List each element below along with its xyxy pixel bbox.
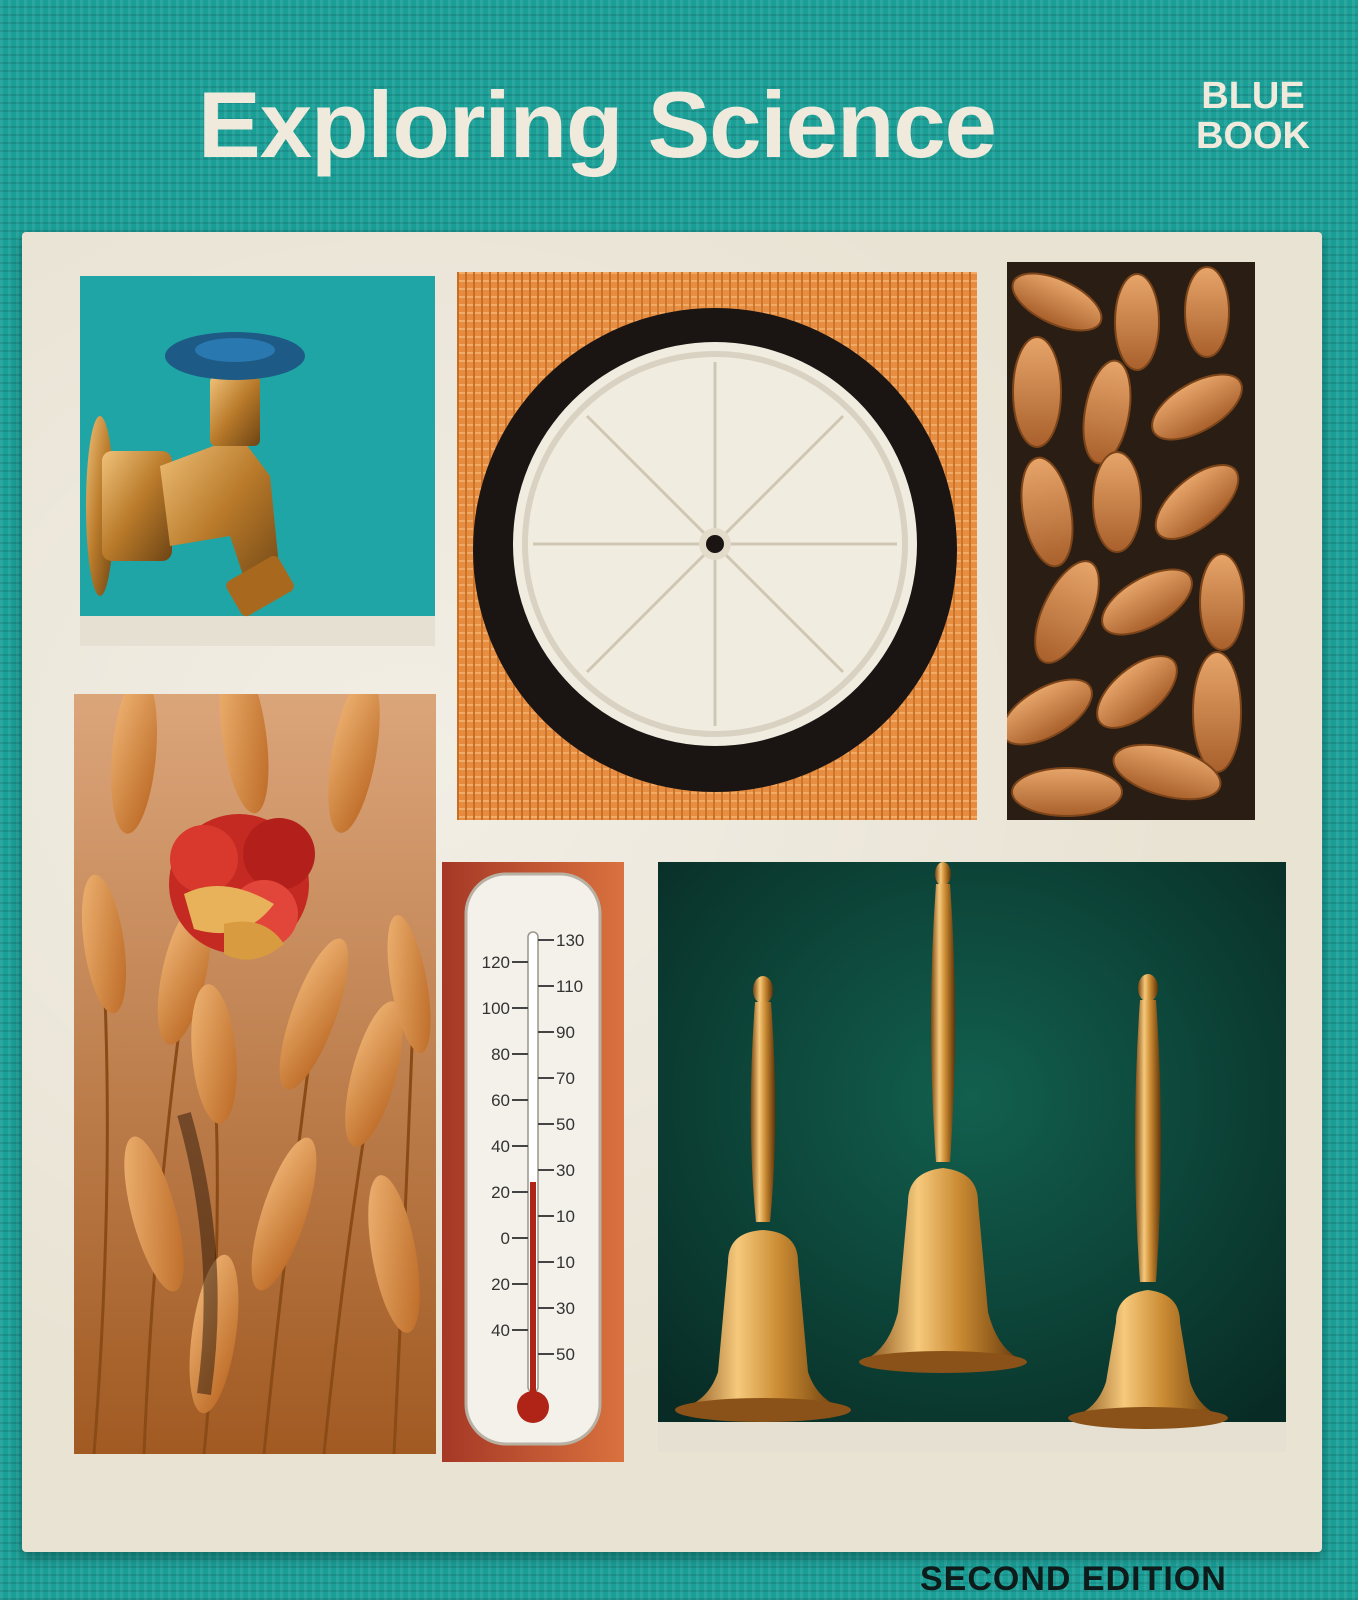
temp-left-label: 120 (482, 953, 510, 972)
temp-right-label: 110 (556, 977, 583, 996)
series-badge-line1: BLUE (1201, 75, 1305, 117)
temp-right-label: 50 (556, 1115, 575, 1134)
series-badge-line2: BOOK (1196, 115, 1310, 157)
temp-left-label: 0 (501, 1229, 510, 1248)
temp-right-label: 90 (556, 1023, 575, 1042)
temp-left-label: 100 (482, 999, 510, 1018)
peanuts-icon (1007, 262, 1255, 820)
temp-right-label: 30 (556, 1161, 575, 1180)
wheel-icon (457, 272, 977, 820)
temp-right-label: 30 (556, 1299, 575, 1318)
temp-right-label: 70 (556, 1069, 575, 1088)
temp-left-label: 20 (491, 1275, 510, 1294)
edition-label: SECOND EDITION (920, 1560, 1227, 1598)
faucet-icon (80, 276, 435, 646)
bell-icon (658, 862, 1286, 1452)
peanuts-cell (1007, 262, 1255, 820)
temp-left-label: 40 (491, 1321, 510, 1340)
book-cover: Exploring Science BLUE BOOK 120 100 80 6… (0, 0, 1358, 1600)
temp-left-label: 60 (491, 1091, 510, 1110)
faucet-cell (80, 276, 435, 646)
book-title: Exploring Science (198, 72, 997, 177)
series-badge: BLUE BOOK (1178, 76, 1328, 156)
temp-right-label: 10 (556, 1253, 575, 1272)
wheel-cell (457, 272, 977, 820)
temp-left-label: 20 (491, 1183, 510, 1202)
temp-right-label: 130 (556, 931, 584, 950)
thermometer-icon: 120 100 80 60 40 20 0 20 40 130 110 90 7… (442, 862, 624, 1462)
thermometer-cell: 120 100 80 60 40 20 0 20 40 130 110 90 7… (442, 862, 624, 1462)
wheat-cell (74, 694, 436, 1454)
temp-left-label: 40 (491, 1137, 510, 1156)
bells-cell (658, 862, 1286, 1452)
specimen-case: 120 100 80 60 40 20 0 20 40 130 110 90 7… (22, 232, 1322, 1552)
flower-icon (169, 814, 315, 960)
temp-right-label: 10 (556, 1207, 575, 1226)
temp-right-label: 50 (556, 1345, 575, 1364)
temp-left-label: 80 (491, 1045, 510, 1064)
